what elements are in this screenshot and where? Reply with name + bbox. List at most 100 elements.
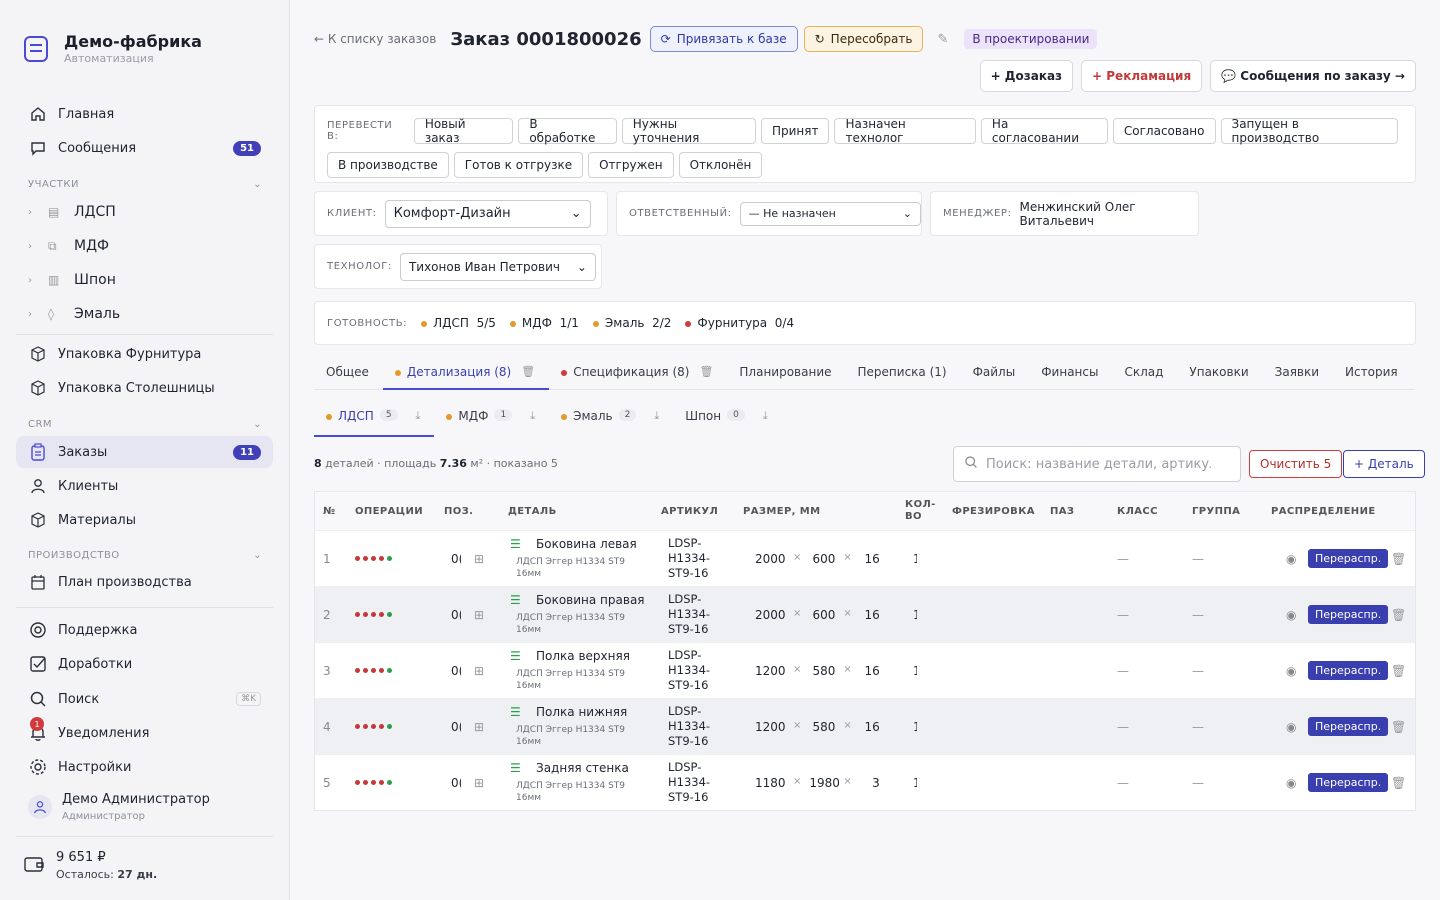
operations-indicator[interactable]	[355, 612, 392, 617]
status-button[interactable]: В производстве	[327, 152, 449, 178]
column-header[interactable]: ПАЗ	[1050, 506, 1074, 517]
sidebar-item-support[interactable]: Поддержка	[16, 614, 273, 646]
grid-icon[interactable]: ⊞	[474, 608, 484, 622]
status-button[interactable]: Нужны уточнения	[621, 117, 756, 145]
sidebar-item-plan[interactable]: План производства	[16, 566, 273, 598]
status-button[interactable]: Назначен технолог	[834, 117, 976, 145]
tab-packages[interactable]: Упаковки	[1177, 356, 1262, 390]
status-button[interactable]: Новый заказ	[413, 117, 514, 145]
download-icon[interactable]: ⤓	[416, 409, 421, 423]
tab-planning[interactable]: Планирование	[727, 356, 845, 390]
bind-to-base-button[interactable]: ⟳ Привязать к базе	[649, 26, 798, 52]
tab-files[interactable]: Файлы	[961, 356, 1030, 390]
section-crm[interactable]: CRM ⌄	[28, 419, 262, 430]
operations-indicator[interactable]	[355, 780, 392, 785]
download-icon[interactable]: ⤓	[763, 409, 768, 423]
edit-icon[interactable]: ✎	[937, 32, 948, 47]
sidebar-item-messages[interactable]: Сообщения 51	[16, 132, 273, 164]
trash-icon[interactable]: 🗑	[699, 365, 713, 378]
sidebar-item-orders[interactable]: Заказы 11	[16, 436, 273, 468]
table-row[interactable]: 5 0(⊞ ☰ Задняя стенка ЛДСП Эггер H1334 ST9 16…	[315, 754, 1415, 810]
subtab-veneer[interactable]: Шпон 0 ⤓	[673, 400, 781, 437]
status-button[interactable]: Отклонён	[678, 152, 763, 178]
subtab-mdf[interactable]: МДФ 1 ⤓	[434, 400, 549, 437]
section-production[interactable]: ПРОИЗВОДСТВО ⌄	[28, 550, 262, 561]
eye-icon[interactable]: ◉	[1286, 720, 1296, 734]
extra-order-button[interactable]: + Дозаказ	[979, 60, 1074, 92]
trash-icon[interactable]: 🗑	[1391, 608, 1406, 622]
table-row[interactable]: 2 0(⊞ ☰ Боковина правая ЛДСП Эггер H1334 ST9…	[315, 586, 1415, 642]
column-header[interactable]: ДЕТАЛЬ	[508, 506, 557, 517]
redistribute-button[interactable]: Перераспр.	[1308, 717, 1389, 736]
column-header[interactable]: ПОЗ.	[444, 506, 473, 517]
sidebar-item-enamel[interactable]: › ◊ Эмаль	[28, 301, 120, 327]
sidebar-item-home[interactable]: Главная	[16, 98, 273, 130]
rebuild-button[interactable]: ↻ Пересобрать	[803, 26, 924, 52]
eye-icon[interactable]: ◉	[1286, 664, 1296, 678]
column-header[interactable]: РАСПРЕДЕЛЕНИЕ	[1271, 506, 1376, 517]
eye-icon[interactable]: ◉	[1286, 552, 1296, 566]
tab-specification[interactable]: Спецификация (8) 🗑	[549, 356, 727, 390]
column-header[interactable]: №	[323, 506, 335, 517]
sidebar-item-search[interactable]: Поиск ⌘K	[16, 683, 273, 715]
clear-button[interactable]: Очистить 5	[1249, 450, 1343, 478]
table-row[interactable]: 1 0(⊞ ☰ Боковина левая ЛДСП Эггер H1334 ST9 1…	[315, 530, 1415, 586]
redistribute-button[interactable]: Перераспр.	[1308, 661, 1389, 680]
tab-warehouse[interactable]: Склад	[1112, 356, 1177, 390]
redistribute-button[interactable]: Перераспр.	[1308, 549, 1389, 568]
sidebar-item-clients[interactable]: Клиенты	[16, 470, 273, 502]
column-header[interactable]: ОПЕРАЦИИ	[355, 506, 423, 517]
column-header[interactable]: ГРУППА	[1192, 506, 1240, 517]
search-input[interactable]: Поиск: название детали, артикул	[953, 446, 1241, 482]
grid-icon[interactable]: ⊞	[474, 720, 484, 734]
trash-icon[interactable]: 🗑	[1391, 720, 1406, 734]
eye-icon[interactable]: ◉	[1286, 776, 1296, 790]
subtab-ldsp[interactable]: ЛДСП 5 ⤓	[314, 400, 435, 437]
tab-requests[interactable]: Заявки	[1263, 356, 1333, 390]
grid-icon[interactable]: ⊞	[474, 664, 484, 678]
responsible-select[interactable]: — Не назначен ⌄	[739, 201, 921, 226]
column-header[interactable]: КЛАСС	[1117, 506, 1158, 517]
trash-icon[interactable]: 🗑	[1391, 776, 1406, 790]
balance-block[interactable]: 9 651 ₽ Осталось: 27 дн.	[24, 850, 157, 881]
trash-icon[interactable]: 🗑	[1391, 664, 1406, 678]
status-button[interactable]: Отгружен	[588, 152, 674, 178]
tab-general[interactable]: Общее	[314, 356, 383, 390]
tab-correspondence[interactable]: Переписка (1)	[846, 356, 961, 390]
grid-icon[interactable]: ⊞	[474, 776, 484, 790]
sidebar-item-settings[interactable]: Настройки	[16, 751, 273, 783]
eye-icon[interactable]: ◉	[1286, 608, 1296, 622]
order-messages-button[interactable]: 💬 Сообщения по заказу →	[1210, 60, 1416, 92]
sidebar-item-materials[interactable]: Материалы	[16, 504, 273, 536]
tab-detailing[interactable]: Детализация (8) 🗑	[382, 356, 550, 390]
tab-history[interactable]: История	[1333, 356, 1412, 390]
sidebar-item-mdf[interactable]: › ⧉ МДФ	[28, 233, 109, 259]
status-button[interactable]: Запущен в производство	[1220, 117, 1398, 145]
download-icon[interactable]: ⤓	[654, 409, 659, 423]
sidebar-item-veneer[interactable]: › ▥ Шпон	[28, 267, 116, 293]
column-header[interactable]: ФРЕЗИРОВКА	[952, 506, 1035, 517]
table-row[interactable]: 4 0(⊞ ☰ Полка нижняя ЛДСП Эггер H1334 ST9 16м…	[315, 698, 1415, 754]
sidebar-item-pack-hardware[interactable]: Упаковка Фурнитура	[16, 338, 273, 370]
back-link[interactable]: ← К списку заказов	[314, 32, 436, 46]
status-button[interactable]: На согласовании	[980, 117, 1108, 145]
redistribute-button[interactable]: Перераспр.	[1308, 773, 1389, 792]
operations-indicator[interactable]	[355, 724, 392, 729]
sidebar-item-improvements[interactable]: Доработки	[16, 648, 273, 680]
operations-indicator[interactable]	[355, 556, 392, 561]
trash-icon[interactable]: 🗑	[1391, 552, 1406, 566]
technologist-select[interactable]: Тихонов Иван Петрович ⌄	[399, 252, 596, 281]
table-row[interactable]: 3 0(⊞ ☰ Полка верхняя ЛДСП Эггер H1334 ST9 16…	[315, 642, 1415, 698]
trash-icon[interactable]: 🗑	[521, 365, 535, 378]
sidebar-item-ldsp[interactable]: › ▤ ЛДСП	[28, 199, 116, 225]
column-header[interactable]: АРТИКУЛ	[661, 506, 718, 517]
column-header[interactable]: РАЗМЕР, ММ	[743, 506, 820, 517]
status-button[interactable]: Согласовано	[1112, 118, 1216, 144]
section-sites[interactable]: УЧАСТКИ ⌄	[28, 179, 262, 190]
sidebar-item-pack-tops[interactable]: Упаковка Столешницы	[16, 372, 273, 404]
subtab-enamel[interactable]: Эмаль 2 ⤓	[549, 400, 673, 437]
grid-icon[interactable]: ⊞	[474, 552, 484, 566]
client-select[interactable]: Комфорт-Дизайн ⌄	[384, 199, 591, 228]
claim-button[interactable]: + Рекламация	[1081, 60, 1203, 92]
redistribute-button[interactable]: Перераспр.	[1308, 605, 1389, 624]
